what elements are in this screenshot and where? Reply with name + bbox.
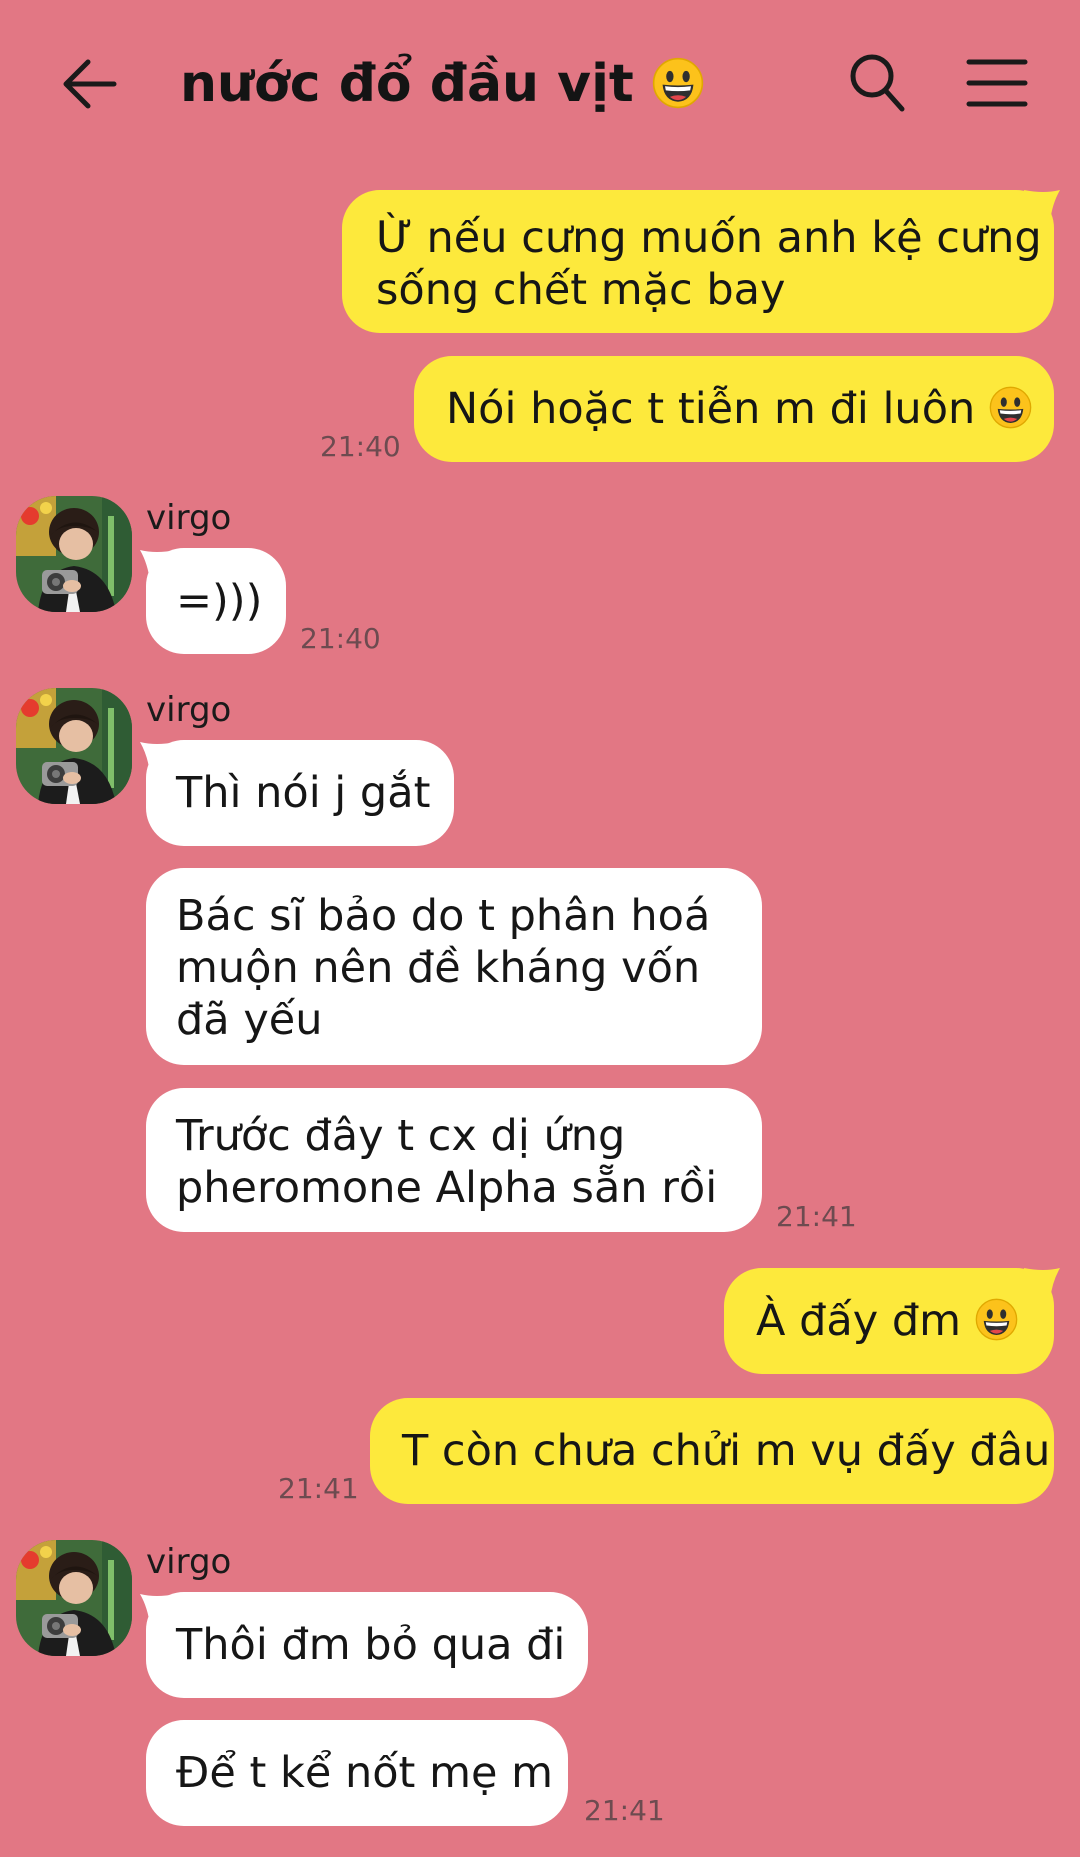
sender-name: virgo [146, 1542, 232, 1582]
outgoing-message-bubble[interactable]: À đấy đm [724, 1268, 1054, 1374]
message-line: Trước đây t cx dị ứng [176, 1111, 626, 1161]
outgoing-message-bubble[interactable]: Nói hoặc t tiễn m đi luôn [414, 356, 1054, 462]
grinning-face-icon [989, 386, 1032, 429]
back-arrow-icon[interactable] [58, 52, 122, 116]
message-timestamp: 21:41 [776, 1200, 857, 1233]
message-text: Thôi đm bỏ qua đi [176, 1620, 566, 1670]
message-text: Thì nói j gắt [176, 768, 431, 818]
menu-icon[interactable] [966, 58, 1028, 108]
message-line: Bác sĩ bảo do t phân hoá [176, 891, 711, 941]
incoming-message-bubble[interactable]: Để t kể nốt mẹ m [146, 1720, 568, 1826]
outgoing-message-bubble[interactable]: T còn chưa chửi m vụ đấy đâu [370, 1398, 1054, 1504]
message-timestamp: 21:41 [584, 1794, 665, 1827]
incoming-message-bubble[interactable]: Thôi đm bỏ qua đi [146, 1592, 588, 1698]
chat-title: nước đổ đầu vịt [180, 46, 704, 122]
avatar[interactable] [16, 496, 132, 612]
grinning-face-icon [652, 57, 704, 109]
message-timestamp: 21:40 [320, 430, 401, 463]
search-icon[interactable] [848, 52, 906, 114]
message-text: =))) [176, 576, 263, 626]
incoming-message-bubble[interactable]: Thì nói j gắt [146, 740, 454, 846]
avatar[interactable] [16, 1540, 132, 1656]
incoming-message-bubble[interactable]: Trước đây t cx dị ứng pheromone Alpha sẵ… [146, 1088, 762, 1232]
bubble-tail [1024, 1268, 1060, 1300]
sender-name: virgo [146, 690, 232, 730]
message-text: À đấy đm [756, 1296, 962, 1346]
message-text: Để t kể nốt mẹ m [176, 1748, 553, 1798]
chat-header: nước đổ đầu vịt [0, 0, 1080, 165]
message-line: đã yếu [176, 995, 323, 1045]
message-timestamp: 21:41 [278, 1472, 359, 1505]
bubble-tail [1024, 190, 1060, 222]
outgoing-message-bubble[interactable]: Ừ nếu cưng muốn anh kệ cưng sống chết mặ… [342, 190, 1054, 333]
message-text: T còn chưa chửi m vụ đấy đâu [402, 1426, 1051, 1476]
message-line: Ừ nếu cưng muốn anh kệ cưng [376, 213, 1042, 263]
message-text: Nói hoặc t tiễn m đi luôn [446, 384, 976, 434]
incoming-message-bubble[interactable]: Bác sĩ bảo do t phân hoá muộn nên đề khá… [146, 868, 762, 1065]
message-line: sống chết mặc bay [376, 265, 786, 315]
grinning-face-icon [975, 1298, 1018, 1341]
incoming-message-bubble[interactable]: =))) [146, 548, 286, 654]
sender-name: virgo [146, 498, 232, 538]
avatar[interactable] [16, 688, 132, 804]
message-line: pheromone Alpha sẵn rồi [176, 1163, 718, 1213]
chat-title-text: nước đổ đầu vịt [180, 54, 634, 114]
message-line: muộn nên đề kháng vốn [176, 943, 701, 993]
message-timestamp: 21:40 [300, 622, 381, 655]
